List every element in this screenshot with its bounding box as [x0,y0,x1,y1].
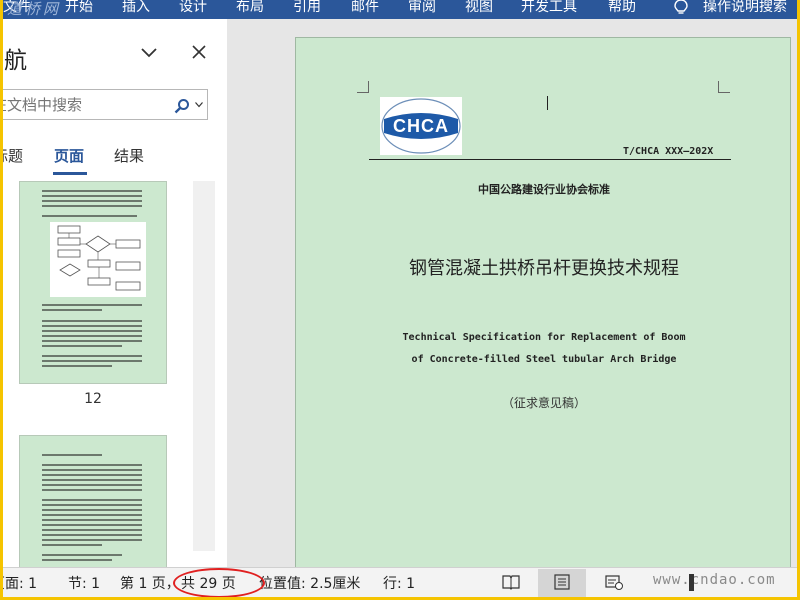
tab-view[interactable]: 视图 [465,0,493,16]
page-thumbnail-12[interactable] [19,181,167,384]
tab-headings[interactable]: 标题 [3,145,23,166]
status-section-page[interactable]: 页面: 1 [3,573,37,593]
print-layout-icon[interactable] [552,573,572,591]
zoom-slider-thumb[interactable] [689,574,694,591]
thumbnail-flowchart [50,222,146,297]
word-window: 文件 道桥网 开始 插入 设计 布局 引用 邮件 审阅 视图 开发工具 帮助 操… [3,0,797,597]
document-title-cn: 钢管混凝土拱桥吊杆更换技术规程 [409,258,679,279]
tab-design[interactable]: 设计 [179,0,207,16]
thumbnail-scrollbar[interactable] [193,181,215,551]
highlight-ellipse [173,568,265,597]
document-title-en-line1: Technical Specification for Replacement … [402,332,686,343]
watermark-cndao: www.cndao.com [653,572,776,588]
margin-corner-tl [357,81,369,93]
tab-pages[interactable]: 页面 [54,145,84,166]
watermark-daoqiao: 道桥网 [7,0,62,18]
nav-search-box [3,89,208,120]
active-tab-indicator [53,172,87,175]
header-rule [369,159,731,160]
document-page[interactable]: CHCA T/CHCA XXX—202X 中国公路建设行业协会标准 钢管混凝土拱… [295,37,791,577]
svg-text:CHCA: CHCA [393,116,449,136]
tab-developer[interactable]: 开发工具 [521,0,577,16]
tab-mailings[interactable]: 邮件 [351,0,379,16]
web-layout-icon[interactable] [604,573,624,591]
search-options-chevron-icon[interactable] [195,102,203,108]
document-title-en-line2: of Concrete-filled Steel tubular Arch Br… [411,354,677,365]
tab-results[interactable]: 结果 [114,145,144,166]
lightbulb-icon[interactable] [673,0,689,16]
close-icon[interactable] [192,45,206,59]
ribbon: 文件 道桥网 开始 插入 设计 布局 引用 邮件 审阅 视图 开发工具 帮助 操… [3,0,797,19]
status-position[interactable]: 位置值: 2.5厘米 [259,573,360,593]
chca-logo: CHCA [380,97,462,155]
text-cursor [547,96,548,110]
tab-help[interactable]: 帮助 [608,0,636,16]
draft-label: （征求意见稿） [501,396,586,410]
navigation-pane: 导航 标题 页面 结果 [3,19,227,567]
thumbnail-page-number: 12 [84,391,102,407]
search-input[interactable] [3,95,152,115]
status-page-of[interactable]: 第 1 页， [120,573,180,593]
status-section[interactable]: 节: 1 [68,573,100,593]
read-mode-icon[interactable] [501,573,521,591]
nav-pane-title: 导航 [3,48,27,74]
chevron-down-icon[interactable] [140,46,158,60]
tell-me-search[interactable]: 操作说明搜索 [703,0,787,16]
standard-organization: 中国公路建设行业协会标准 [478,183,610,196]
tab-layout[interactable]: 布局 [236,0,264,16]
page-thumbnail-13[interactable] [19,435,167,567]
status-bar: 页面: 1 节: 1 第 1 页， 共 29 页 位置值: 2.5厘米 行: 1… [3,567,797,597]
search-icon[interactable] [174,98,190,114]
status-line[interactable]: 行: 1 [383,573,415,593]
tab-home[interactable]: 开始 [65,0,93,16]
tab-review[interactable]: 审阅 [408,0,436,16]
tab-insert[interactable]: 插入 [122,0,150,16]
standard-code: T/CHCA XXX—202X [623,146,714,157]
margin-corner-tr [718,81,730,93]
tab-references[interactable]: 引用 [293,0,321,16]
